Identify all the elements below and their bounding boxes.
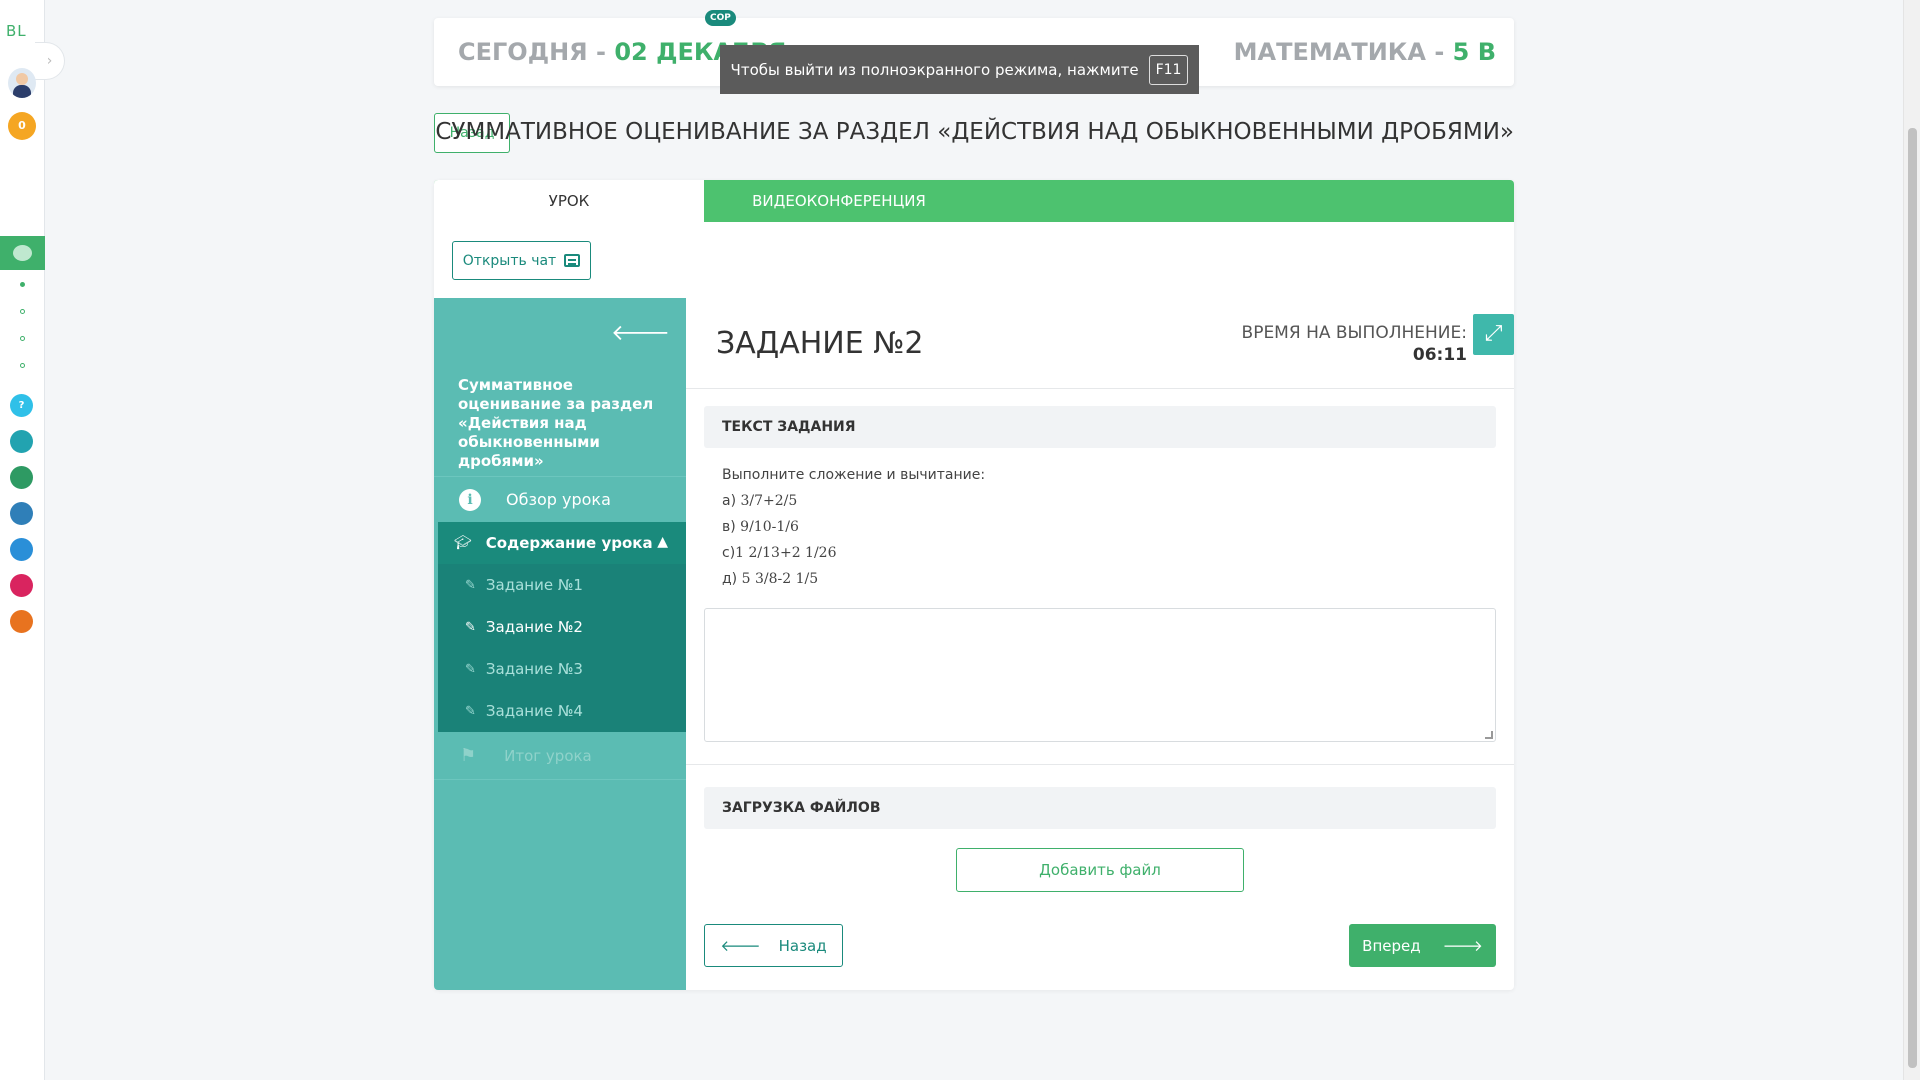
lesson-card: УРОК ВИДЕОКОНФЕРЕНЦИЯ Открыть чат 🡐 Сумм…	[434, 180, 1514, 990]
tab-videoconference[interactable]: ВИДЕОКОНФЕРЕНЦИЯ	[704, 180, 974, 222]
sidebar-task-3[interactable]: ✎ Задание №3	[438, 648, 686, 690]
scrollbar-thumb[interactable]	[1908, 128, 1917, 1068]
coins-badge[interactable]: 0	[8, 112, 36, 140]
edit-icon: ✎	[465, 577, 476, 593]
lessons-icon	[13, 245, 32, 261]
tab-bar: УРОК ВИДЕОКОНФЕРЕНЦИЯ	[434, 180, 1514, 222]
sidebar-lesson-title: Суммативное оценивание за раздел «Действ…	[458, 376, 654, 470]
answer-textarea[interactable]	[704, 608, 1496, 742]
info-icon: i	[459, 488, 481, 511]
collapse-sidebar-arrow-icon[interactable]: 🡐	[611, 320, 670, 346]
page-scrollbar[interactable]	[1903, 0, 1920, 1080]
fullscreen-notice: Чтобы выйти из полноэкранного режима, на…	[720, 45, 1199, 94]
open-chat-label: Открыть чат	[462, 252, 557, 269]
sidebar-item-label: Обзор урока	[506, 490, 611, 509]
arrow-right-icon: 🡒	[1442, 937, 1483, 955]
fullscreen-notice-text: Чтобы выйти из полноэкранного режима, на…	[730, 60, 1139, 79]
edit-icon: ✎	[465, 661, 476, 677]
previous-task-button[interactable]: 🡐 Назад	[704, 924, 843, 967]
fullscreen-expand-icon[interactable]: ⤢	[1473, 314, 1514, 355]
app-icon-2[interactable]	[10, 466, 33, 489]
edit-icon: ✎	[465, 703, 476, 719]
app-icon-6[interactable]	[10, 610, 33, 633]
task-instruction: Выполните сложение и вычитание:	[722, 467, 986, 483]
left-rail: BL › 0 ?	[0, 0, 65, 1080]
upload-header: ЗАГРУЗКА ФАЙЛОВ	[704, 787, 1496, 829]
task-item-d: д) 5 3/8-2 1/5	[722, 571, 819, 587]
rail-dot-2[interactable]	[20, 309, 25, 314]
sidebar-task-2[interactable]: ✎ Задание №2	[438, 606, 686, 648]
rail-dot-3[interactable]	[20, 336, 25, 341]
task-text: Выполните сложение и вычитание: а) 3/7+2…	[722, 462, 985, 592]
rail-dot-4[interactable]	[20, 363, 25, 368]
timer-value: 06:11	[1412, 345, 1467, 365]
rail-item-lessons-active[interactable]	[0, 236, 45, 270]
next-task-button[interactable]: Вперед 🡒	[1349, 924, 1496, 967]
sidebar-task-1[interactable]: ✎ Задание №1	[438, 564, 686, 606]
subject-class: МАТЕМАТИКА - 5 В	[1233, 38, 1496, 66]
flag-icon: ⚑	[460, 745, 477, 766]
help-icon[interactable]: ?	[10, 394, 33, 417]
sidebar-task-4[interactable]: ✎ Задание №4	[438, 690, 686, 732]
arrow-left-icon: 🡐	[720, 937, 761, 955]
fullscreen-key: F11	[1148, 54, 1189, 85]
tab-lesson[interactable]: УРОК	[434, 180, 704, 222]
sidebar-item-summary[interactable]: ⚑ Итог урока	[434, 732, 686, 780]
task-item-c: с)1 2/13+2 1/26	[722, 545, 837, 561]
app-icon-1[interactable]	[10, 430, 33, 453]
resize-handle-icon[interactable]	[1485, 731, 1493, 739]
app-icon-4[interactable]	[10, 538, 33, 561]
sidebar-item-overview[interactable]: i Обзор урока	[434, 476, 686, 522]
previous-task-label: Назад	[778, 936, 827, 955]
timer-label: ВРЕМЯ НА ВЫПОЛНЕНИЕ:	[1241, 323, 1467, 343]
task-content: ЗАДАНИЕ №2 ВРЕМЯ НА ВЫПОЛНЕНИЕ: 06:11 ⤢ …	[686, 298, 1514, 990]
divider	[686, 388, 1514, 389]
chevron-up-icon: ▲	[657, 534, 668, 550]
app-icon-3[interactable]	[10, 502, 33, 525]
add-file-button[interactable]: Добавить файл	[956, 848, 1244, 892]
sidebar-item-label: Содержание урока	[485, 534, 653, 552]
task-item-a: а) 3/7+2/5	[722, 493, 798, 509]
sidebar-item-label: Итог урока	[504, 746, 592, 765]
task-text-header: ТЕКСТ ЗАДАНИЯ	[704, 406, 1496, 448]
chat-icon	[564, 254, 581, 267]
app-logo[interactable]: BL	[6, 22, 27, 40]
sop-badge: СОР	[705, 10, 736, 26]
task-item-b: в) 9/10-1/6	[722, 519, 799, 535]
user-avatar[interactable]	[8, 68, 36, 98]
graduation-cap-icon: 🎓︎	[454, 535, 472, 551]
task-title: ЗАДАНИЕ №2	[716, 326, 924, 361]
rail-dot-1[interactable]	[20, 282, 25, 287]
open-chat-button[interactable]: Открыть чат	[452, 241, 591, 280]
sidebar-item-content[interactable]: 🎓︎ Содержание урока ▲	[438, 522, 686, 564]
rail-expand-chevron-icon[interactable]: ›	[35, 42, 65, 80]
app-icon-5[interactable]	[10, 574, 33, 597]
page-title: СУММАТИВНОЕ ОЦЕНИВАНИЕ ЗА РАЗДЕЛ «ДЕЙСТВ…	[435, 119, 1514, 145]
lesson-sidebar: 🡐 Суммативное оценивание за раздел «Дейс…	[434, 298, 686, 990]
edit-icon: ✎	[465, 619, 476, 635]
divider	[686, 764, 1514, 765]
task-list: ✎ Задание №1 ✎ Задание №2 ✎ Задание №3 ✎ Зад…	[438, 564, 686, 732]
next-task-label: Вперед	[1362, 936, 1421, 955]
